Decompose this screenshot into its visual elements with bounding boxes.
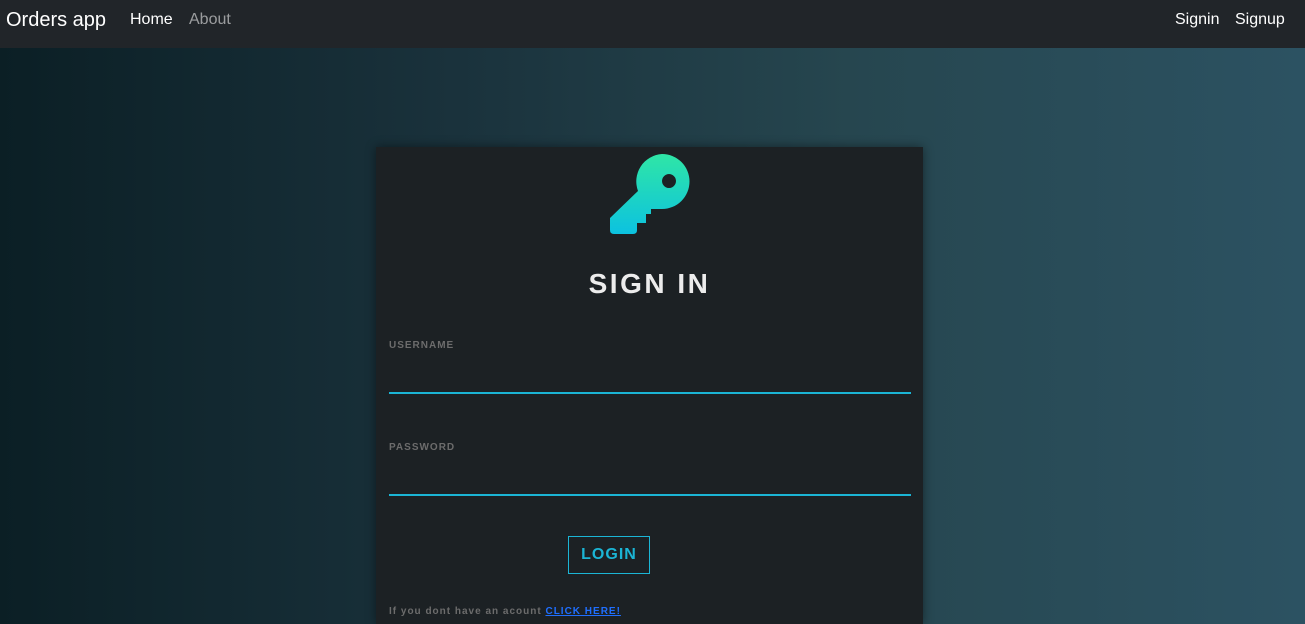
nav-link-signup[interactable]: Signup [1235,11,1285,29]
password-input[interactable] [389,466,911,496]
username-input[interactable] [389,364,911,394]
password-label: PASSWORD [389,442,456,453]
login-button[interactable]: LOGIN [568,536,650,574]
page-title: SIGN IN [588,268,711,299]
signup-link[interactable]: CLICK HERE! [545,606,620,617]
signin-card: SIGN IN USERNAME PASSWORD LOGIN If you d… [376,147,923,624]
key-icon [610,154,690,234]
username-label: USERNAME [389,340,455,351]
nav-link-signin[interactable]: Signin [1175,11,1219,29]
nav-link-about[interactable]: About [189,11,231,29]
top-navbar: Orders app Home About Signin Signup [0,0,1305,48]
brand-link[interactable]: Orders app [6,9,106,32]
signup-note: If you dont have an acount CLICK HERE! [389,606,621,617]
signup-prompt-text: If you dont have an acount [389,606,542,617]
nav-link-home[interactable]: Home [130,11,173,29]
